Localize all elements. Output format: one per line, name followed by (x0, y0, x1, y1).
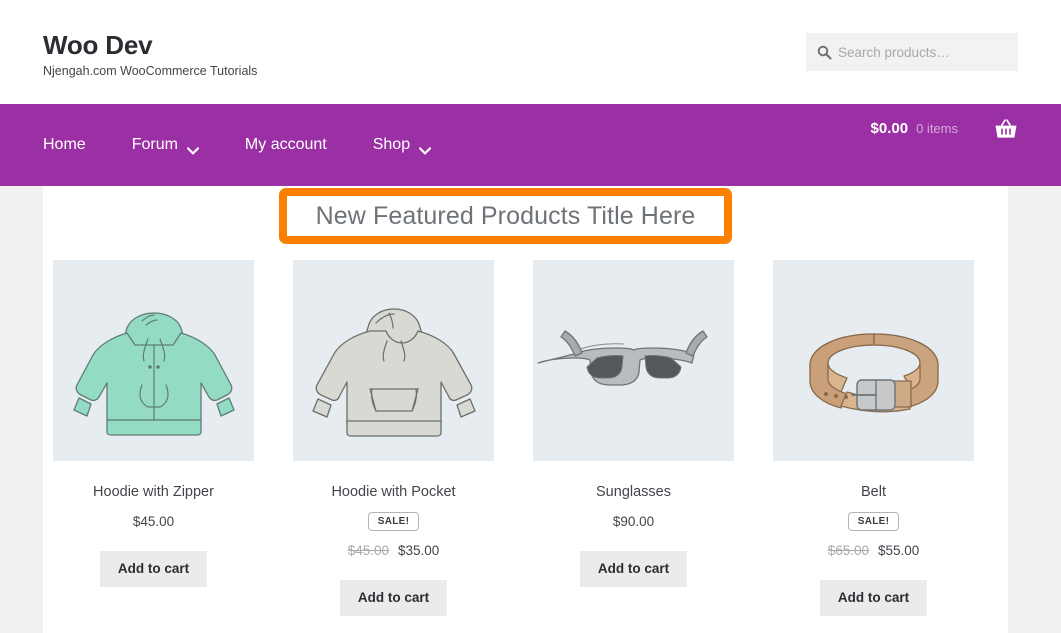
product-image-tan-leather-belt[interactable] (773, 260, 974, 461)
price-current: $35.00 (398, 543, 440, 559)
product-price: $45.00 (133, 514, 174, 529)
add-to-cart-button[interactable]: Add to cart (579, 551, 688, 587)
product-price: $65.00 $55.00 (828, 543, 920, 558)
nav-item-shop[interactable]: Shop (373, 131, 457, 159)
product-card: Hoodie with Zipper $45.00 Add to cart (53, 260, 254, 616)
nav-label: Shop (372, 136, 411, 153)
cart-item-count: 0 items (916, 121, 958, 136)
sale-badge: SALE! (847, 512, 900, 532)
chevron-down-icon (419, 142, 432, 155)
search-input[interactable] (838, 33, 1008, 71)
shopping-basket-icon[interactable] (994, 118, 1018, 140)
nav-label: Home (43, 136, 86, 153)
storefront-page: Woo Dev Njengah.com WooCommerce Tutorial… (0, 0, 1061, 633)
add-to-cart-button[interactable]: Add to cart (99, 551, 208, 587)
product-title[interactable]: Hoodie with Zipper (93, 484, 214, 501)
product-price: $90.00 (613, 514, 654, 529)
nav-item-forum[interactable]: Forum (132, 131, 225, 159)
site-title[interactable]: Woo Dev (43, 31, 257, 60)
primary-navigation: Home Forum My account Shop $0.00 0 items (0, 104, 1061, 186)
site-tagline: Njengah.com WooCommerce Tutorials (43, 64, 258, 79)
nav-item-my-account[interactable]: My account (245, 131, 353, 159)
cart-summary[interactable]: $0.00 0 items (871, 120, 958, 137)
site-header: Woo Dev Njengah.com WooCommerce Tutorial… (0, 0, 1061, 104)
main-content: New Featured Products Title Here Hoodie … (43, 186, 1008, 633)
add-to-cart-button[interactable]: Add to cart (819, 580, 928, 616)
cart-total-amount: $0.00 (870, 120, 909, 137)
product-image-gray-sunglasses[interactable] (533, 260, 734, 461)
product-title[interactable]: Hoodie with Pocket (331, 484, 455, 501)
nav-label: My account (244, 136, 327, 153)
product-price: $45.00 $35.00 (348, 543, 440, 558)
featured-products-grid: Hoodie with Zipper $45.00 Add to cart Ho… (53, 260, 998, 616)
product-search-form[interactable] (806, 33, 1018, 71)
product-title[interactable]: Belt (861, 484, 886, 501)
featured-products-title: New Featured Products Title Here (315, 201, 696, 230)
product-image-gray-pullover-hoodie[interactable] (293, 260, 494, 461)
chevron-down-icon (186, 142, 200, 155)
site-branding[interactable]: Woo Dev Njengah.com WooCommerce Tutorial… (43, 25, 257, 80)
search-icon (816, 44, 832, 60)
price-current: $55.00 (878, 543, 920, 559)
product-title[interactable]: Sunglasses (596, 484, 671, 501)
product-card: Hoodie with Pocket SALE! $45.00 $35.00 A… (293, 260, 494, 616)
product-image-mint-zip-hoodie[interactable] (53, 260, 254, 461)
add-to-cart-button[interactable]: Add to cart (339, 580, 448, 616)
price-current: $90.00 (612, 514, 655, 530)
nav-item-home[interactable]: Home (43, 131, 112, 159)
product-card: Belt SALE! $65.00 $55.00 Add to cart (773, 260, 974, 616)
featured-products-title-highlight: New Featured Products Title Here (279, 188, 732, 244)
price-current: $45.00 (132, 514, 175, 530)
sale-badge: SALE! (367, 512, 420, 532)
nav-label: Forum (131, 136, 178, 153)
product-card: Sunglasses $90.00 Add to cart (533, 260, 734, 616)
nav-list: Home Forum My account Shop (43, 131, 457, 159)
price-original: $65.00 (827, 543, 869, 559)
price-original: $45.00 (347, 543, 389, 559)
